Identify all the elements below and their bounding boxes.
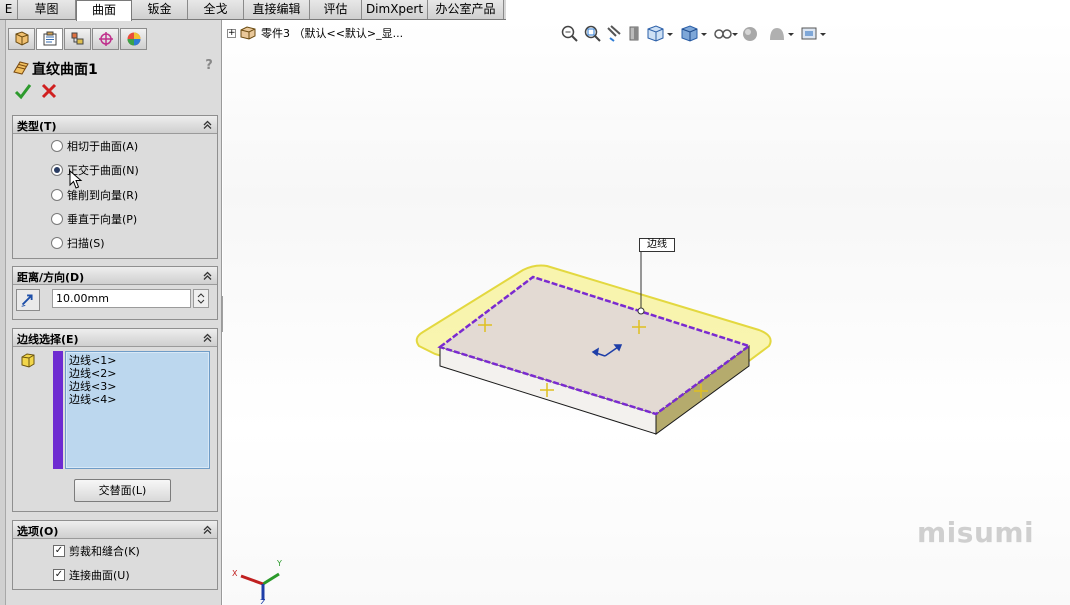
property-manager-tab[interactable] xyxy=(36,28,63,50)
callout-anchor xyxy=(637,307,645,315)
checkbox[interactable]: ✓ xyxy=(53,545,65,557)
ruled-surface-icon xyxy=(13,61,29,75)
radio-button[interactable] xyxy=(51,189,63,201)
display-manager-icon xyxy=(127,32,140,46)
triad-x-label: X xyxy=(232,569,238,578)
edge-selection-cube-icon xyxy=(21,353,35,368)
reverse-direction-button[interactable] xyxy=(16,289,40,311)
tab-sheet-metal[interactable]: 钣金 xyxy=(132,0,188,19)
alternate-face-button[interactable]: 交替面(L) xyxy=(74,479,171,502)
checkbox-label: 剪裁和缝合(K) xyxy=(69,545,140,558)
collapse-chevron-icon[interactable] xyxy=(202,524,213,535)
radio-label: 扫描(S) xyxy=(67,237,105,250)
collapse-chevron-icon[interactable] xyxy=(202,119,213,130)
reference-triad: Y X Z xyxy=(232,559,282,604)
triad-y-label: Y xyxy=(276,559,282,568)
help-button[interactable]: ? xyxy=(202,58,216,74)
radio-tapered-to-vector[interactable]: 锥削到向量(R) xyxy=(51,187,138,203)
graphics-viewport[interactable]: + 零件3 （默认<<默认>_显... 边线 misumi Y X Z xyxy=(223,20,1070,605)
list-item[interactable]: 边线<4> xyxy=(69,393,209,406)
tab-features[interactable]: E xyxy=(0,0,18,19)
distance-direction-group: 距离/方向(D) 10.00mm xyxy=(12,266,218,320)
checkbox[interactable]: ✓ xyxy=(53,569,65,581)
connecting-surface-option[interactable]: ✓ 连接曲面(U) xyxy=(53,567,130,583)
trim-and-knit-option[interactable]: ✓ 剪裁和缝合(K) xyxy=(53,543,140,559)
distance-group-header[interactable]: 距离/方向(D) xyxy=(13,267,217,285)
tab-evaluate[interactable]: 评估 xyxy=(310,0,362,19)
options-group: 选项(O) ✓ 剪裁和缝合(K) ✓ 连接曲面(U) xyxy=(12,520,218,590)
display-manager-tab[interactable] xyxy=(120,28,147,50)
options-group-header[interactable]: 选项(O) xyxy=(13,521,217,539)
tab-surfaces[interactable]: 曲面 xyxy=(76,0,132,21)
tab-office-products[interactable]: 办公室产品 xyxy=(428,0,504,19)
feature-title: 直纹曲面1 xyxy=(32,62,98,78)
edge-callout-label: 边线 xyxy=(639,238,675,252)
type-group-title: 类型(T) xyxy=(17,120,57,133)
tab-dimxpert[interactable]: DimXpert xyxy=(362,0,428,19)
spinner-arrows-icon xyxy=(197,293,205,304)
command-manager-tabs: E 草图 曲面 钣金 全戈 直接编辑 评估 DimXpert 办公室产品 xyxy=(0,0,506,21)
edge-group-header[interactable]: 边线选择(E) xyxy=(13,329,217,347)
type-group-header[interactable]: 类型(T) xyxy=(13,116,217,134)
tab-direct-editing[interactable]: 直接编辑 xyxy=(244,0,310,19)
watermark-logo: misumi xyxy=(917,516,1035,549)
list-item[interactable]: 边线<3> xyxy=(69,380,209,393)
collapse-chevron-icon[interactable] xyxy=(202,270,213,281)
distance-spinner[interactable] xyxy=(193,289,209,308)
manager-tabs xyxy=(6,28,222,50)
radio-label: 相切于曲面(A) xyxy=(67,140,139,153)
list-item[interactable]: 边线<1> xyxy=(69,354,209,367)
radio-button[interactable] xyxy=(51,140,63,152)
edge-group-title: 边线选择(E) xyxy=(17,333,79,346)
radio-button[interactable] xyxy=(51,237,63,249)
radio-button[interactable] xyxy=(51,213,63,225)
ok-checkmark-icon[interactable] xyxy=(14,82,32,100)
feature-manager-icon xyxy=(15,31,28,46)
feature-manager-tab[interactable] xyxy=(8,28,35,50)
radio-tangent-to-surface[interactable]: 相切于曲面(A) xyxy=(51,138,138,154)
direction-arrow-icon xyxy=(21,294,33,307)
radio-sweep[interactable]: 扫描(S) xyxy=(51,235,105,251)
edge-selection-group: 边线选择(E) 边线<1> 边线<2> 边线<3> 边线<4> 交替面(L) xyxy=(12,328,218,512)
cancel-x-icon[interactable] xyxy=(40,82,58,100)
checkbox-label: 连接曲面(U) xyxy=(69,569,130,582)
radio-label: 垂直于向量(P) xyxy=(67,213,138,226)
list-item[interactable]: 边线<2> xyxy=(69,367,209,380)
radio-button[interactable] xyxy=(51,164,63,176)
radio-perpendicular-to-vector[interactable]: 垂直于向量(P) xyxy=(51,211,137,227)
triad-z-label: Z xyxy=(260,598,266,604)
edge-selection-list[interactable]: 边线<1> 边线<2> 边线<3> 边线<4> xyxy=(65,351,210,469)
dimxpert-manager-tab[interactable] xyxy=(92,28,119,50)
tab-sketch[interactable]: 草图 xyxy=(18,0,76,19)
options-group-title: 选项(O) xyxy=(17,525,59,538)
selection-color-swatch xyxy=(53,351,63,469)
tab-weldments[interactable]: 全戈 xyxy=(188,0,244,19)
distance-group-title: 距离/方向(D) xyxy=(17,271,85,284)
configuration-manager-tab[interactable] xyxy=(64,28,91,50)
mouse-cursor-icon xyxy=(69,170,83,189)
type-group: 类型(T) 相切于曲面(A) 正交于曲面(N) 锥削到向量(R) 垂直于向量(P… xyxy=(12,115,218,259)
property-manager-icon xyxy=(43,31,56,46)
dimxpert-manager-icon xyxy=(98,32,113,46)
collapse-chevron-icon[interactable] xyxy=(202,332,213,343)
radio-normal-to-surface[interactable]: 正交于曲面(N) xyxy=(51,162,139,178)
property-manager-header: 直纹曲面1 ? xyxy=(10,54,218,100)
property-manager-panel: 直纹曲面1 ? 类型(T) 相切于曲面(A) 正交于曲面(N) 锥削到向量(R)… xyxy=(6,20,222,605)
configuration-manager-icon xyxy=(71,32,83,45)
distance-input[interactable]: 10.00mm xyxy=(52,289,191,308)
